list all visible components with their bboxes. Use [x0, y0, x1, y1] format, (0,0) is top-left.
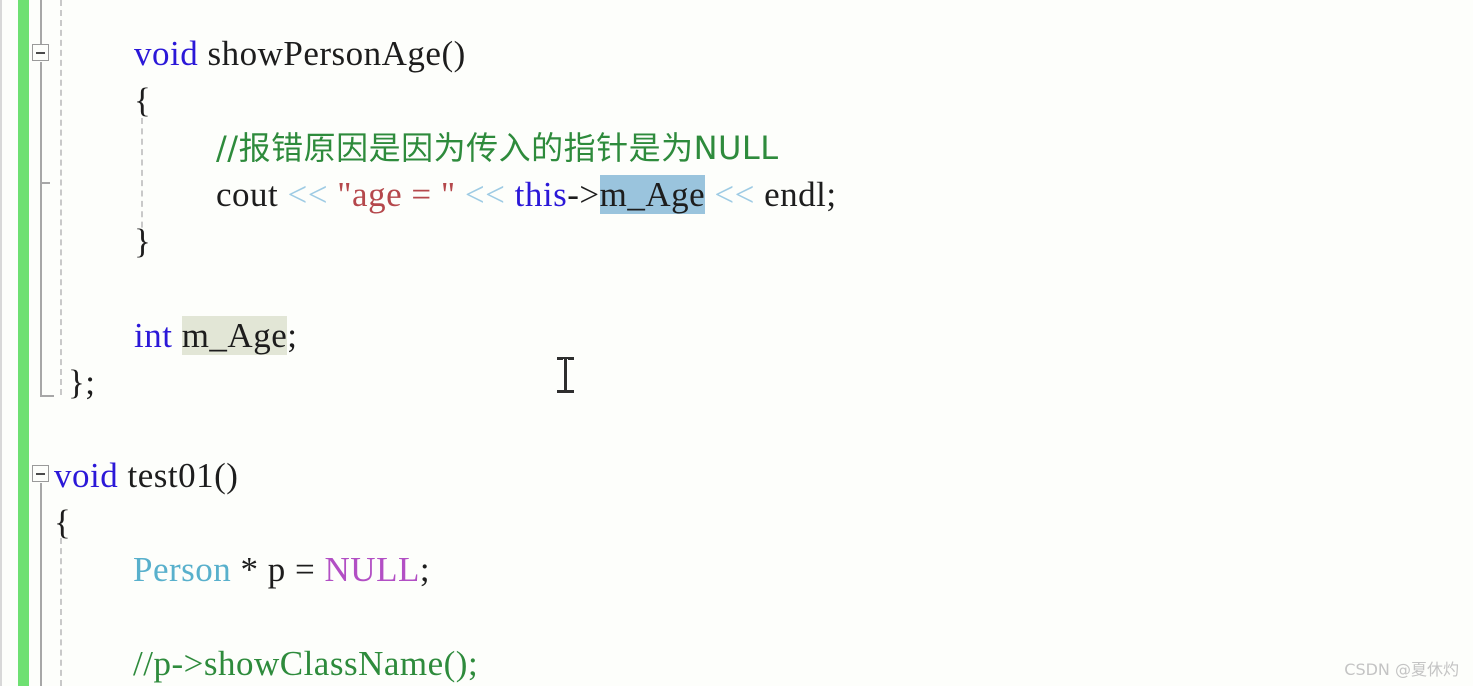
stream-operator-2: <<: [464, 175, 506, 214]
code-line-void-test01[interactable]: void test01(): [54, 458, 238, 493]
class-name-person: Person: [133, 550, 232, 589]
selected-text-m-age[interactable]: m_Age: [599, 175, 706, 214]
code-line-open-brace-method[interactable]: {: [134, 83, 151, 118]
space-3: [505, 175, 514, 214]
code-line-void-showpersonage[interactable]: void showPersonAge(): [134, 36, 466, 71]
keyword-this: this: [514, 175, 568, 214]
mouse-text-cursor-icon: [557, 356, 575, 394]
indent-guide-level2: [141, 118, 143, 238]
code-line-comment-showclassname[interactable]: //p->showClassName();: [133, 646, 478, 681]
code-editor-screenshot: void showPersonAge() { //报错原因是因为传入的指针是为N…: [0, 0, 1473, 686]
code-line-person-pointer[interactable]: Person * p = NULL;: [133, 552, 430, 587]
editor-left-margin-rule: [0, 0, 2, 686]
space-1: [328, 175, 337, 214]
outline-line-class-body: [40, 182, 42, 397]
unsaved-change-bar: [18, 0, 29, 686]
code-line-close-brace-method[interactable]: }: [134, 224, 151, 259]
stream-operator-3: <<: [714, 175, 755, 214]
space-5: [172, 316, 181, 355]
brace-close: }: [134, 222, 152, 261]
arrow-operator: ->: [567, 175, 600, 214]
ibeam-stem: [564, 359, 567, 391]
pointer-decl: * p =: [231, 550, 325, 589]
stream-operator-1: <<: [287, 175, 328, 214]
code-line-comment-reason[interactable]: //报错原因是因为传入的指针是为NULL: [216, 131, 779, 166]
comment-text: //报错原因是因为传入的指针是为NULL: [216, 129, 779, 167]
keyword-int: int: [134, 316, 173, 355]
semicolon-1: ;: [287, 316, 298, 355]
endl-statement-end: endl;: [754, 175, 837, 214]
class-close-brace: };: [68, 363, 96, 402]
outline-line-test01-body: [40, 483, 42, 686]
csdn-watermark: CSDN @夏休灼: [1344, 660, 1459, 679]
reference-highlight-m-age[interactable]: m_Age: [181, 316, 288, 355]
outline-line-method-body: [40, 62, 42, 182]
macro-null: NULL: [324, 550, 420, 589]
collapse-toggle-showpersonage[interactable]: [32, 44, 49, 61]
code-line-int-m-age[interactable]: int m_Age;: [134, 316, 298, 355]
code-line-class-end[interactable]: };: [68, 365, 96, 400]
identifier-showpersonage: showPersonAge(): [198, 34, 466, 73]
brace-open: {: [134, 81, 152, 120]
space-2: [456, 175, 465, 214]
outline-line-class-upper: [40, 0, 42, 44]
outline-tick-method-end: [40, 182, 50, 184]
ibeam-cap-bottom: [557, 390, 574, 393]
string-literal-age: "age = ": [337, 175, 456, 214]
brace-open-2: {: [54, 503, 72, 542]
collapse-toggle-test01[interactable]: [32, 465, 49, 482]
code-line-cout-age[interactable]: cout << "age = " << this->m_Age << endl;: [216, 175, 837, 214]
code-line-open-brace-test01[interactable]: {: [54, 505, 71, 540]
semicolon-2: ;: [419, 550, 431, 589]
keyword-void-2: void: [54, 456, 119, 495]
cout-identifier: cout: [216, 175, 288, 214]
outline-tick-class-end: [40, 395, 54, 397]
indent-guide-level1-bottom: [60, 538, 62, 686]
identifier-test01: test01(): [118, 456, 239, 495]
keyword-void: void: [134, 34, 199, 73]
indent-guide-level1-top: [60, 0, 62, 395]
comment-text-2: //p->showClassName();: [133, 644, 479, 683]
